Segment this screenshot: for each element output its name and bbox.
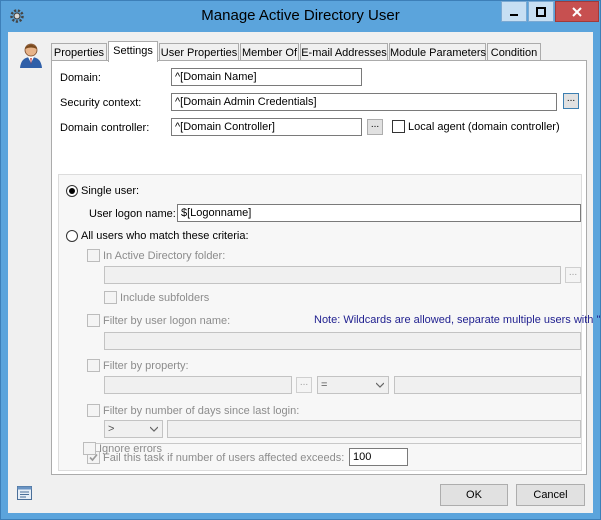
security-browse-button[interactable]: ...: [563, 93, 579, 109]
single-user-radio[interactable]: [66, 185, 78, 197]
days-operator-select[interactable]: >: [104, 420, 163, 438]
ad-folder-browse-button[interactable]: ...: [565, 267, 581, 283]
user-icon: [20, 43, 42, 68]
tab-user-properties[interactable]: User Properties: [159, 43, 239, 61]
all-users-label: All users who match these criteria:: [81, 230, 249, 242]
tab-member-of[interactable]: Member Of: [240, 43, 299, 61]
filter-days-checkbox[interactable]: [87, 404, 100, 417]
security-context-label: Security context:: [60, 97, 142, 109]
filter-property-checkbox[interactable]: [87, 359, 100, 372]
tab-module-parameters[interactable]: Module Parameters: [389, 43, 486, 61]
fail-threshold-field[interactable]: 100: [349, 448, 408, 466]
include-subfolders-label: Include subfolders: [120, 292, 210, 304]
tab-label: Member Of: [241, 47, 297, 59]
tab-label: Module Parameters: [390, 47, 486, 59]
include-subfolders-checkbox[interactable]: [104, 291, 117, 304]
ad-folder-label: In Active Directory folder:: [103, 250, 226, 262]
domain-label: Domain:: [60, 72, 101, 84]
maximize-icon: [536, 6, 546, 17]
all-users-radio[interactable]: [66, 230, 78, 242]
filter-logon-field[interactable]: [104, 332, 581, 350]
filter-property-label: Filter by property:: [103, 360, 189, 372]
help-icon[interactable]: [16, 484, 34, 502]
tab-properties[interactable]: Properties: [51, 43, 107, 61]
local-agent-label: Local agent (domain controller): [408, 121, 560, 133]
logon-name-label: User logon name:: [89, 208, 176, 220]
dialog-client: Properties Settings User Properties Memb…: [8, 32, 601, 513]
chevron-down-icon: [376, 382, 384, 388]
tab-label: Condition: [490, 47, 538, 59]
filter-logon-label: Filter by user logon name:: [103, 315, 231, 327]
days-value-field[interactable]: [167, 420, 581, 438]
domain-controller-field[interactable]: ^[Domain Controller]: [171, 118, 362, 136]
tab-condition[interactable]: Condition: [487, 43, 541, 61]
close-button[interactable]: [555, 1, 599, 22]
title-bar[interactable]: Manage Active Directory User: [1, 1, 600, 31]
ignore-errors-checkbox[interactable]: [83, 442, 96, 455]
ad-folder-field[interactable]: [104, 266, 561, 284]
days-operator-value: >: [108, 423, 115, 435]
radio-dot: [69, 188, 75, 194]
dc-browse-button[interactable]: ...: [367, 119, 383, 135]
ignore-errors-label: Ignore errors: [99, 443, 162, 455]
chevron-down-icon: [150, 426, 158, 432]
dialog-window: Manage Active Directory User Properties …: [0, 0, 601, 520]
single-user-label: Single user:: [81, 185, 140, 197]
user-selection-group: Single user: User logon name: $[Logonnam…: [58, 174, 601, 471]
domain-controller-label: Domain controller:: [60, 122, 150, 134]
security-context-field[interactable]: ^[Domain Admin Credentials]: [171, 93, 557, 111]
local-agent-checkbox[interactable]: [392, 120, 405, 133]
property-name-field[interactable]: [104, 376, 292, 394]
filter-days-label: Filter by number of days since last logi…: [103, 405, 300, 417]
ok-button[interactable]: OK: [440, 484, 508, 506]
property-operator-select[interactable]: =: [317, 376, 389, 394]
filter-logon-checkbox[interactable]: [87, 314, 100, 327]
tab-label: Properties: [53, 47, 105, 59]
cancel-button-label: Cancel: [533, 489, 568, 501]
ad-folder-checkbox[interactable]: [87, 249, 100, 262]
property-value-field[interactable]: [394, 376, 581, 394]
tab-label: E-mail Addresses: [301, 47, 387, 59]
cancel-button[interactable]: Cancel: [516, 484, 585, 506]
maximize-button[interactable]: [528, 1, 554, 22]
property-operator-value: =: [321, 379, 328, 391]
tab-settings[interactable]: Settings: [108, 41, 158, 62]
settings-panel: Domain: ^[Domain Name] Security context:…: [51, 60, 601, 475]
logon-name-field[interactable]: $[Logonname]: [177, 204, 581, 222]
close-icon: [572, 6, 582, 17]
tab-label: User Properties: [160, 47, 238, 59]
ok-button-label: OK: [466, 489, 482, 501]
property-browse-button[interactable]: ...: [296, 377, 312, 393]
wildcard-note: Note: Wildcards are allowed, separate mu…: [314, 314, 601, 326]
minimize-button[interactable]: [501, 1, 527, 22]
minimize-icon: [510, 13, 518, 16]
domain-field[interactable]: ^[Domain Name]: [171, 68, 362, 86]
tab-email-addresses[interactable]: E-mail Addresses: [300, 43, 388, 61]
tab-label: Settings: [113, 45, 153, 57]
